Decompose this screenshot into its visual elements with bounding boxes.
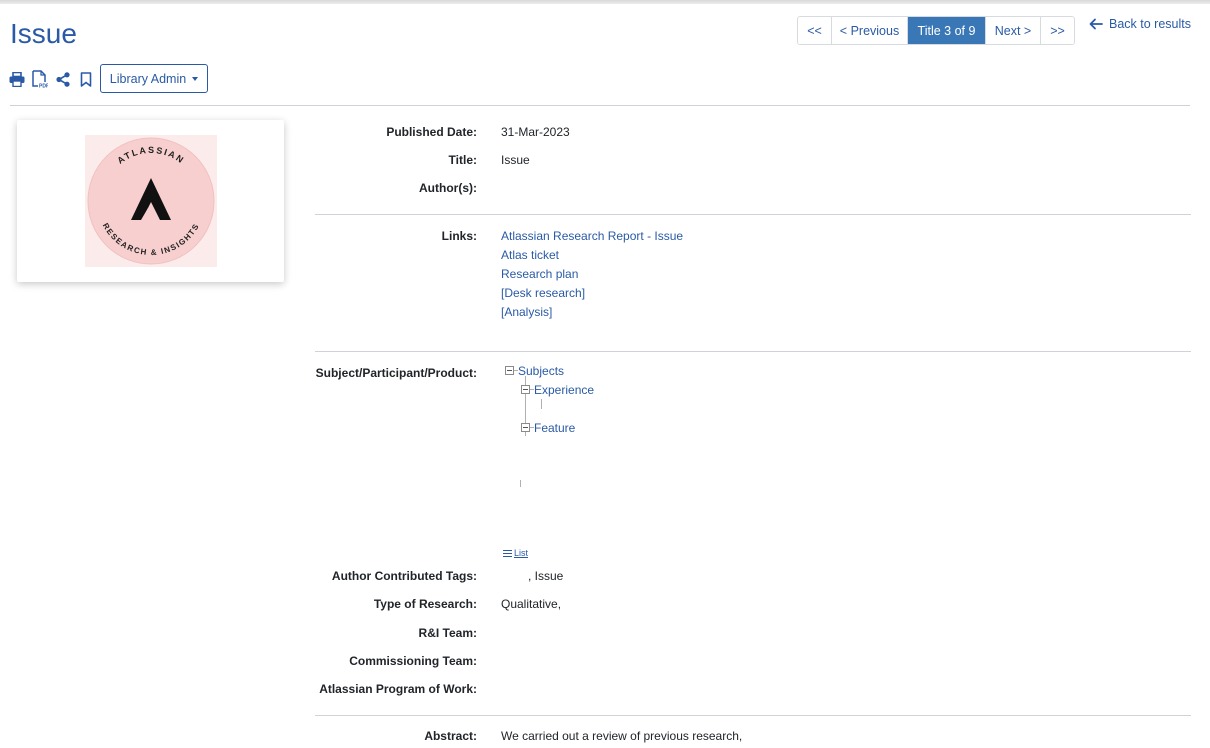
previous-button[interactable]: < Previous [832, 17, 908, 44]
tree-node-feature[interactable]: Feature [534, 421, 575, 435]
result-pager: << < Previous Title 3 of 9 Next > >> [797, 16, 1075, 45]
authors-label: Author(s): [419, 181, 477, 195]
link-research-report[interactable]: Atlassian Research Report - Issue [501, 229, 683, 243]
section-divider [315, 214, 1191, 215]
link-atlas-ticket[interactable]: Atlas ticket [501, 248, 559, 262]
tree-node-experience[interactable]: Experience [534, 383, 594, 397]
action-toolbar: PDF [9, 66, 101, 92]
type-of-research-value: Qualitative, [501, 597, 562, 611]
section-divider [315, 715, 1191, 716]
published-date-value: 31-Mar-2023 [501, 125, 570, 139]
top-border [0, 0, 1210, 4]
bookmark-icon[interactable] [78, 70, 94, 88]
print-icon[interactable] [9, 70, 25, 88]
header-divider [10, 105, 1190, 106]
pdf-icon[interactable]: PDF [32, 70, 48, 88]
title-label: Title: [448, 153, 477, 167]
cover-image-card: ATLASSIAN RESEARCH & INSIGHTS [17, 120, 284, 282]
subject-label: Subject/Participant/Product: [315, 366, 477, 380]
abstract-value: We carried out a review of previous rese… [501, 729, 743, 743]
collapse-toggle-subjects[interactable] [505, 366, 514, 375]
title-value: Issue [501, 153, 530, 167]
share-icon[interactable] [55, 70, 71, 88]
collapse-toggle-experience[interactable] [521, 385, 530, 394]
last-page-button[interactable]: >> [1041, 17, 1074, 44]
research-insights-logo: ATLASSIAN RESEARCH & INSIGHTS [85, 135, 217, 267]
caret-down-icon [192, 76, 199, 81]
collapse-toggle-feature[interactable] [521, 423, 530, 432]
tree-connector [541, 399, 542, 409]
library-admin-label: Library Admin [109, 71, 187, 86]
published-date-label: Published Date: [386, 125, 477, 139]
page-title: Issue [10, 18, 77, 49]
svg-text:PDF: PDF [39, 84, 48, 89]
list-view-label: List [514, 548, 529, 558]
tree-connector [520, 480, 521, 487]
section-divider [315, 351, 1191, 352]
first-page-button[interactable]: << [798, 17, 832, 44]
arrow-left-icon [1089, 18, 1103, 30]
ri-team-label: R&I Team: [418, 626, 477, 640]
link-desk-research[interactable]: [Desk research] [501, 286, 585, 300]
type-of-research-label: Type of Research: [373, 597, 477, 611]
back-to-results-label: Back to results [1109, 17, 1191, 31]
program-of-work-label: Atlassian Program of Work: [319, 682, 477, 696]
next-button[interactable]: Next > [986, 17, 1041, 44]
abstract-label: Abstract: [424, 729, 477, 743]
library-admin-dropdown[interactable]: Library Admin [100, 64, 208, 93]
current-position: Title 3 of 9 [908, 17, 986, 44]
link-research-plan[interactable]: Research plan [501, 267, 578, 281]
back-to-results-link[interactable]: Back to results [1089, 17, 1191, 31]
author-tags-label: Author Contributed Tags: [331, 569, 477, 583]
link-analysis[interactable]: [Analysis] [501, 305, 552, 319]
commissioning-team-label: Commissioning Team: [349, 654, 477, 668]
author-tags-value: , Issue [528, 569, 564, 583]
list-view-link[interactable]: List [503, 548, 528, 558]
list-icon [503, 549, 512, 557]
links-label: Links: [441, 229, 477, 243]
